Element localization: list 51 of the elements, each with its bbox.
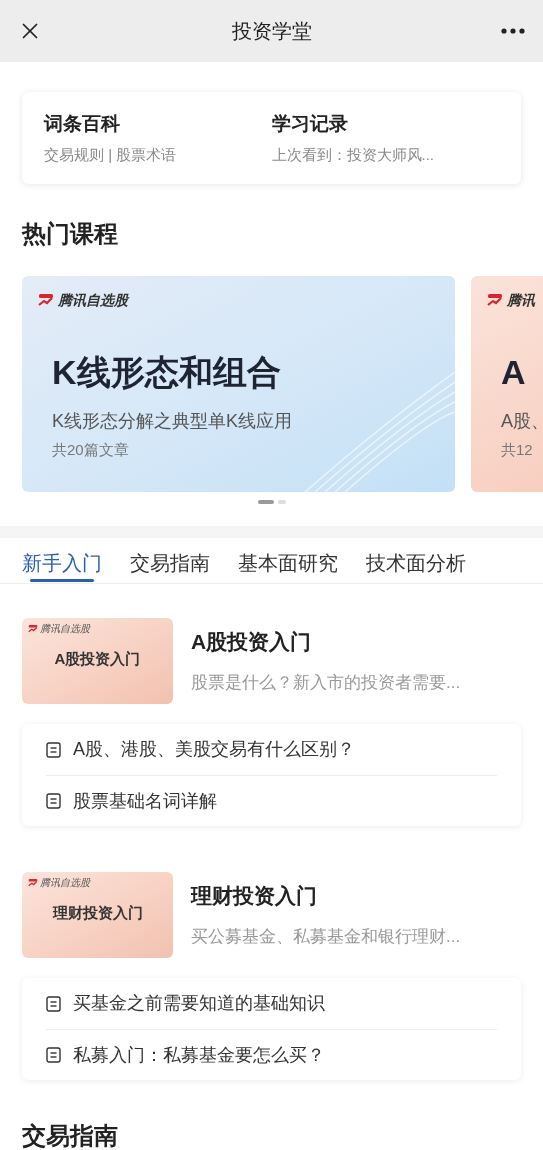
document-icon: [46, 995, 61, 1012]
course-thumbnail[interactable]: 腾讯自选股 A股投资入门: [22, 618, 173, 704]
article-title: A股、港股、美股交易有什么区别？: [73, 738, 355, 761]
course-banner[interactable]: 腾讯 A A股、 共12: [471, 276, 543, 492]
article-title: 买基金之前需要知道的基础知识: [73, 992, 325, 1015]
article-item[interactable]: 买基金之前需要知道的基础知识: [46, 978, 497, 1029]
course-thumbnail[interactable]: 腾讯自选股 理财投资入门: [22, 872, 173, 958]
shortcut-subtitle: 上次看到：投资大师风...: [271, 145, 435, 165]
logo-icon: [487, 294, 503, 307]
shortcut-item[interactable]: 学习记录 上次看到：投资大师风...: [271, 109, 499, 167]
article-count: 共20篇文章: [52, 440, 130, 460]
shortcut-item[interactable]: 词条百科 交易规则 | 股票术语: [44, 109, 272, 167]
article-title: 股票基础名词详解: [73, 789, 217, 813]
banner-subtitle: A股、: [501, 410, 543, 433]
category-tab[interactable]: 新手入门: [22, 544, 102, 582]
brand-name: 腾讯自选股: [40, 876, 90, 890]
section-heading: 交易指南: [21, 1121, 119, 1150]
thumbnail-title: A股投资入门: [54, 649, 141, 669]
article-count: 共12: [501, 440, 534, 460]
category-tab[interactable]: 交易指南: [130, 544, 210, 582]
banner-subtitle: K线形态分解之典型单K线应用: [52, 410, 293, 433]
article-item[interactable]: 私募入门：私募基金要怎么买？: [46, 1029, 497, 1080]
document-icon: [46, 793, 61, 809]
shortcut-title: 词条百科: [44, 111, 121, 136]
category-tab[interactable]: 基本面研究: [238, 544, 338, 582]
brand-name: 腾讯自选股: [40, 622, 90, 636]
shortcut-title: 学习记录: [271, 111, 349, 136]
logo-icon: [28, 624, 38, 633]
course-title: A股投资入门: [191, 629, 313, 655]
course-description: 股票是什么？新入市的投资者需要...: [191, 671, 461, 694]
tab-underline: [30, 579, 94, 582]
document-icon: [46, 1047, 61, 1063]
brand-name: 腾讯自选股: [58, 291, 128, 310]
document-icon: [46, 741, 61, 758]
banner-title: K线形态和组合: [52, 352, 282, 393]
logo-icon: [38, 294, 54, 307]
more-icon: [501, 28, 525, 34]
thumbnail-title: 理财投资入门: [52, 903, 143, 923]
shortcut-subtitle: 交易规则 | 股票术语: [44, 145, 178, 165]
section-heading: 热门课程: [22, 219, 119, 249]
article-item[interactable]: A股、港股、美股交易有什么区别？: [46, 724, 497, 775]
article-title: 私募入门：私募基金要怎么买？: [73, 1043, 325, 1067]
category-tab[interactable]: 技术面分析: [366, 544, 466, 582]
brand-name: 腾讯: [507, 291, 535, 310]
banner-title: A: [501, 352, 527, 393]
article-item[interactable]: 股票基础名词详解: [46, 775, 497, 826]
logo-icon: [28, 878, 38, 887]
course-description: 买公募基金、私募基金和银行理财...: [191, 925, 461, 948]
course-banner[interactable]: 腾讯自选股 K线形态和组合 K线形态分解之典型单K线应用 共20篇文章: [22, 276, 455, 492]
page-title: 投资学堂: [231, 19, 312, 44]
course-title: 理财投资入门: [191, 883, 318, 909]
